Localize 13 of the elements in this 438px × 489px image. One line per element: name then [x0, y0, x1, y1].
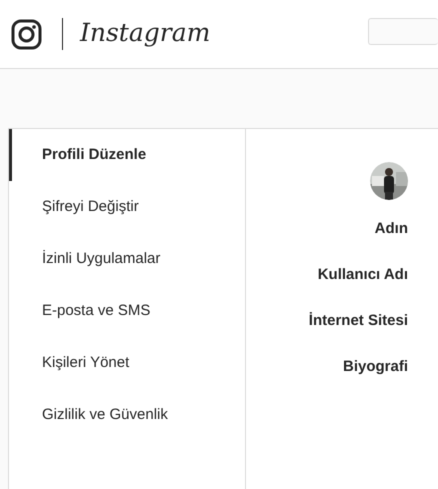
sidebar-item[interactable]: Şifreyi Değiştir: [9, 181, 245, 233]
camera-icon[interactable]: [11, 18, 42, 50]
sidebar-item[interactable]: Profili Düzenle: [9, 129, 245, 181]
search-field[interactable]: [368, 18, 438, 45]
sidebar-item[interactable]: Gizlilik ve Güvenlik: [9, 389, 245, 441]
field-label: Adın: [374, 220, 408, 238]
field-label: Kullanıcı Adı: [318, 266, 408, 284]
sidebar-item[interactable]: İzinli Uygulamalar: [9, 233, 245, 285]
sidebar-item[interactable]: E-posta ve SMS: [9, 285, 245, 337]
field-label: Biyografi: [342, 358, 408, 376]
sidebar-item[interactable]: Kişileri Yönet: [9, 337, 245, 389]
logo-wordmark[interactable]: Instagram: [80, 20, 210, 48]
field-label: İnternet Sitesi: [308, 312, 408, 330]
